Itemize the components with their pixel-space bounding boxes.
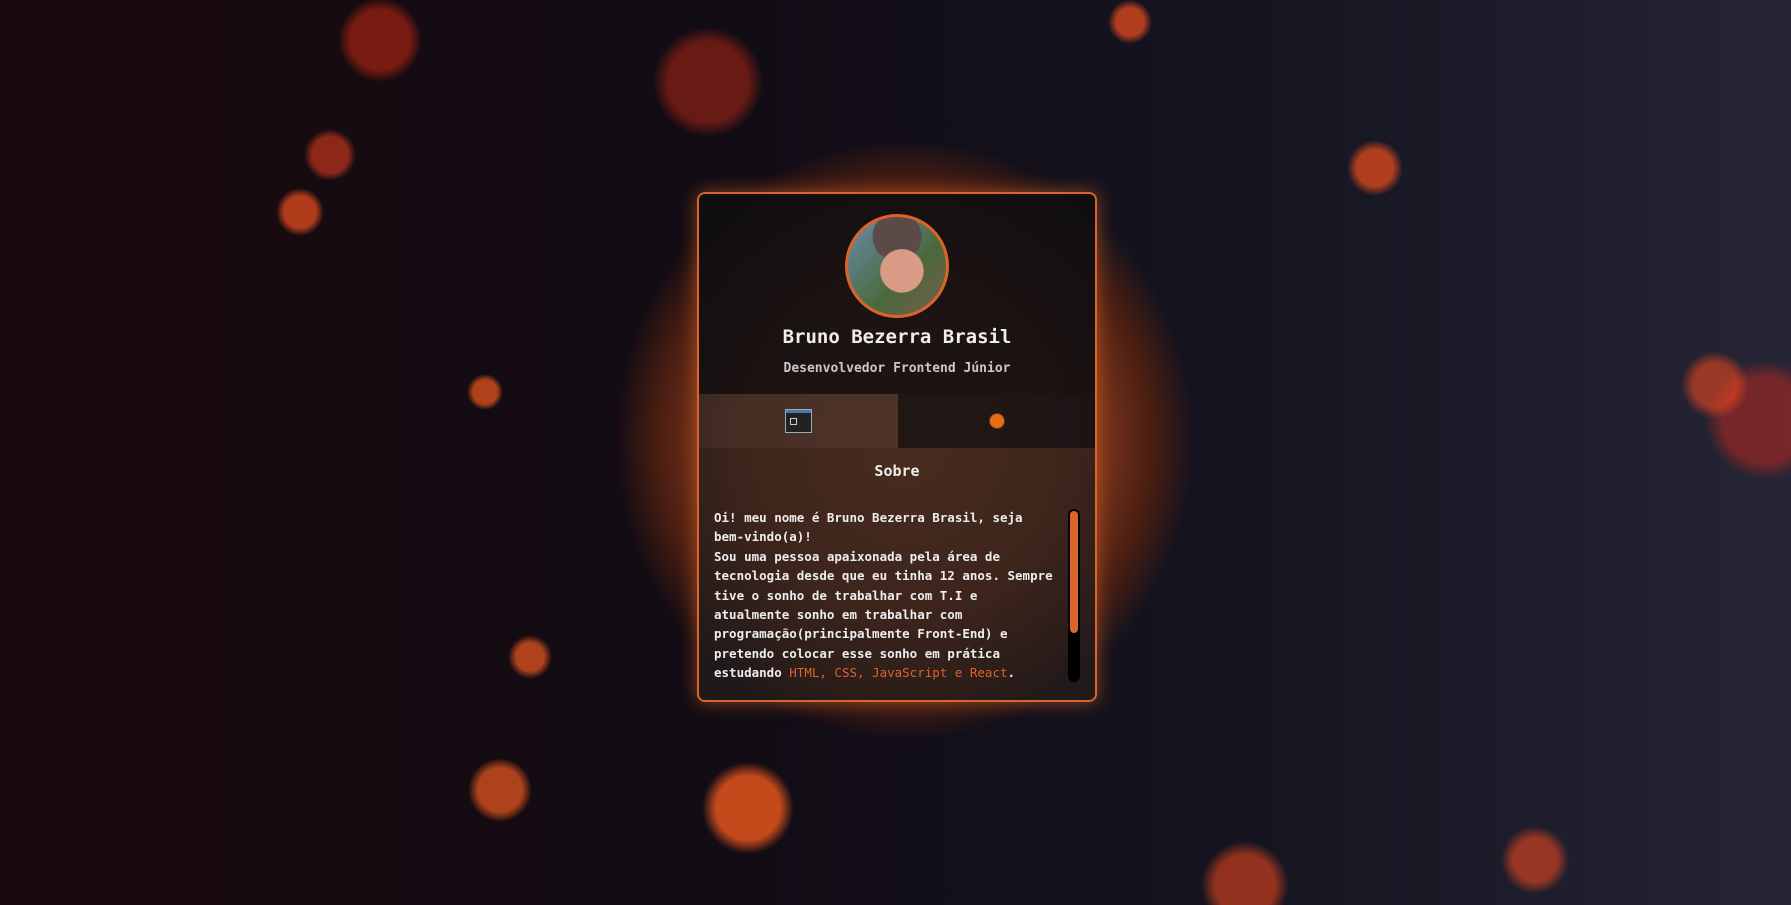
section-title: Sobre [874, 462, 920, 480]
tab-hobbies[interactable] [898, 394, 1095, 448]
scrollbar[interactable] [1068, 509, 1080, 682]
scrollbar-thumb[interactable] [1070, 511, 1078, 633]
about-text-end: . [1007, 665, 1016, 681]
about-text: Oi! meu nome é Bruno Bezerra Brasil, sej… [714, 508, 1054, 683]
tab-about[interactable] [699, 394, 898, 448]
basketball-icon [988, 413, 1005, 429]
tech-highlight: HTML, CSS, JavaScript e React [789, 665, 1008, 681]
profile-name: Bruno Bezerra Brasil [782, 326, 1012, 348]
terminal-window-icon [785, 409, 812, 433]
avatar [845, 214, 949, 318]
profile-header: Bruno Bezerra Brasil Desenvolvedor Front… [699, 194, 1095, 394]
profile-role: Desenvolvedor Frontend Júnior [783, 361, 1011, 376]
about-text-body: Oi! meu nome é Bruno Bezerra Brasil, sej… [714, 510, 1053, 681]
profile-card: Bruno Bezerra Brasil Desenvolvedor Front… [697, 192, 1097, 702]
about-panel: Sobre Oi! meu nome é Bruno Bezerra Brasi… [699, 448, 1095, 700]
